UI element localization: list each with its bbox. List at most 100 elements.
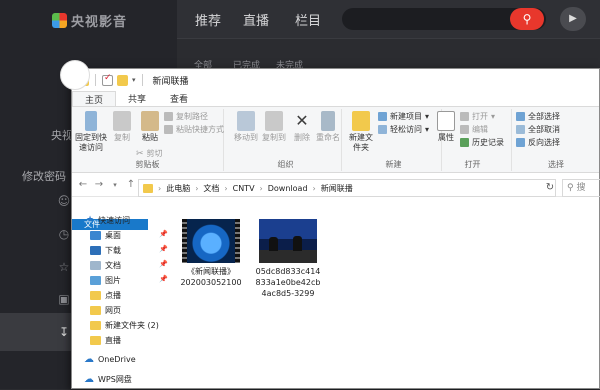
pin-icon[interactable]: 📌 [159, 260, 168, 268]
play-button[interactable]: ▶ [560, 7, 586, 31]
select-all-icon [516, 112, 525, 121]
nav-recommend[interactable]: 推荐 [195, 10, 221, 29]
select-none-button[interactable]: 全部取消 [516, 124, 560, 135]
tab-home[interactable]: 主页 [72, 91, 117, 106]
nav-item-pictures[interactable]: 图片 [90, 273, 121, 287]
nav-wps[interactable]: ☁ WPS网盘 [84, 372, 132, 386]
nav-item-web[interactable]: 网页 [90, 303, 121, 317]
back-arrow-icon[interactable]: ← [78, 179, 88, 190]
copy-to-button[interactable]: 复制到 [260, 111, 288, 143]
edit-button[interactable]: 编辑 [460, 124, 488, 135]
user-icon[interactable]: ☺ [57, 194, 71, 208]
desktop-icon [90, 230, 101, 240]
easy-access-button[interactable]: 轻松访问 ▾ [378, 124, 429, 135]
copy-button[interactable]: 复制 [108, 111, 136, 143]
tab-view[interactable]: 查看 [158, 91, 200, 106]
avatar[interactable] [60, 60, 90, 90]
open-group-label: 打开 [464, 160, 481, 169]
modify-password-link[interactable]: 修改密码 [22, 168, 66, 184]
user-label[interactable]: 央视 [51, 127, 73, 143]
new-folder-icon [352, 111, 370, 131]
search-input[interactable]: ⚲ 搜 [562, 179, 600, 197]
navigation-pane: ★ 快速访问 桌面 📌 下载 📌 文档 📌 图片 📌 点播 网页 新建文件夹 (… [72, 209, 172, 390]
app-search-button[interactable]: ⚲ [510, 8, 544, 30]
pin-icon[interactable]: 📌 [159, 275, 168, 283]
invert-selection-icon [516, 138, 525, 147]
breadcrumb-this-pc[interactable]: 此电脑 [166, 183, 190, 194]
nav-item-ondemand[interactable]: 点播 [90, 288, 121, 302]
nav-item-documents[interactable]: 文档 [90, 258, 121, 272]
file-name-line2: 833a1e0be42cb [255, 278, 321, 287]
chevron-down-icon: ▾ [425, 125, 430, 134]
pin-icon [85, 111, 97, 131]
properties-button[interactable]: 属性 [434, 111, 458, 143]
breadcrumb[interactable]: › 此电脑 › 文档 › CNTV › Download › 新闻联播 [138, 179, 556, 197]
breadcrumb-download[interactable]: Download [268, 184, 308, 193]
favorite-icon[interactable]: ☆ [57, 260, 71, 274]
new-folder-button[interactable]: 新建文件夹 [346, 111, 376, 153]
file-name-line3: 4ac8d5-3299 [261, 289, 315, 298]
chevron-down-icon[interactable]: ▾ [110, 181, 120, 189]
nav-item-new-folder-2[interactable]: 新建文件夹 (2) [90, 318, 159, 332]
organize-group: 移动到 复制到 ✕ 删除 重命名 组织 [230, 109, 342, 171]
folder-icon [90, 305, 101, 315]
new-item-icon [378, 112, 387, 121]
pictures-icon [90, 275, 101, 285]
folder-icon [90, 335, 101, 345]
nav-columns[interactable]: 栏目 [295, 10, 321, 29]
rename-button[interactable]: 重命名 [314, 111, 342, 143]
nav-item-downloads[interactable]: 下载 [90, 243, 121, 257]
open-icon [460, 112, 469, 121]
copy-path-button[interactable]: 复制路径 [164, 111, 208, 122]
new-folder-quick-icon[interactable] [117, 74, 128, 86]
subscription-icon[interactable]: ▣ [57, 292, 71, 306]
paste-button[interactable]: 粘贴 [136, 111, 164, 143]
select-all-button[interactable]: 全部选择 [516, 111, 560, 122]
breadcrumb-documents[interactable]: 文档 [203, 183, 219, 194]
paste-icon [141, 111, 159, 131]
file-item-news-video[interactable]: 《新闻联播》 202003052100 [173, 219, 249, 288]
new-item-button[interactable]: 新建项目 ▾ [378, 111, 429, 122]
breadcrumb-cntv[interactable]: CNTV [233, 184, 255, 193]
download-icon: ↧ [58, 325, 70, 339]
file-item-hash-video[interactable]: 05dc8d833c414 833a1e0be42cb 4ac8d5-3299 [250, 219, 326, 299]
pin-quick-access-button[interactable]: 固定到快速访问 [74, 111, 108, 153]
window-title: 新闻联播 [152, 76, 189, 87]
copy-to-icon [265, 111, 283, 131]
chevron-down-icon: ▾ [491, 112, 496, 121]
nav-live[interactable]: 直播 [243, 10, 269, 29]
paste-shortcut-button[interactable]: 粘贴快捷方式 [164, 124, 224, 135]
move-to-button[interactable]: 移动到 [232, 111, 260, 143]
nav-onedrive[interactable]: ☁ OneDrive [84, 352, 136, 366]
pin-icon[interactable]: 📌 [159, 230, 168, 238]
nav-item-desktop[interactable]: 桌面 [90, 228, 121, 242]
invert-selection-button[interactable]: 反向选择 [516, 137, 560, 148]
forward-arrow-icon[interactable]: → [94, 179, 104, 190]
nav-quick-access[interactable]: ★ 快速访问 [86, 213, 130, 227]
star-icon: ★ [86, 215, 95, 225]
explorer-titlebar: ▾ 新闻联播 [72, 69, 599, 91]
up-arrow-icon[interactable]: ↑ [126, 179, 136, 190]
copy-icon [113, 111, 131, 131]
folder-icon [90, 290, 101, 300]
select-group: 全部选择 全部取消 反向选择 选择 [516, 109, 596, 171]
file-explorer-window: ▾ 新闻联播 文件 主页 共享 查看 固定到快速访问 复制 粘贴 复 [71, 68, 600, 389]
refresh-icon[interactable]: ↻ [542, 179, 558, 197]
breadcrumb-news[interactable]: 新闻联播 [321, 183, 353, 194]
properties-quick-icon[interactable] [102, 73, 113, 86]
app-logo[interactable]: 央视影音 [52, 11, 127, 30]
history-icon[interactable]: ◷ [57, 227, 71, 241]
ribbon: 固定到快速访问 复制 粘贴 复制路径 粘贴快捷方式 ✂ 剪切 剪贴板 移动到 复… [72, 107, 599, 173]
history-button[interactable]: 历史记录 [460, 137, 504, 148]
chevron-down-icon[interactable]: ▾ [132, 76, 136, 84]
pin-icon[interactable]: 📌 [159, 245, 168, 253]
open-button[interactable]: 打开 ▾ [460, 111, 495, 122]
cntv-logo-icon [52, 13, 67, 28]
cut-button[interactable]: ✂ 剪切 [136, 148, 163, 159]
nav-item-live[interactable]: 直播 [90, 333, 121, 347]
organize-group-label: 组织 [277, 160, 294, 169]
tab-share[interactable]: 共享 [116, 91, 158, 106]
clipboard-group-label: 剪贴板 [135, 160, 160, 169]
delete-button[interactable]: ✕ 删除 [288, 111, 316, 143]
scissors-icon: ✂ [136, 148, 144, 159]
